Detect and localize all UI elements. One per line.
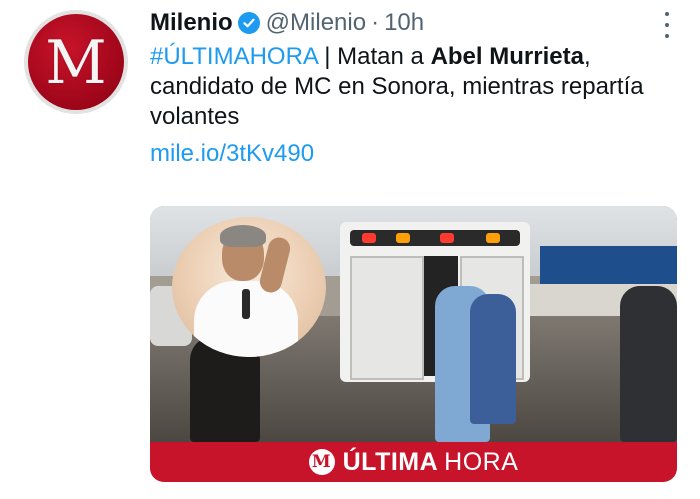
verified-badge-icon — [237, 12, 260, 34]
author-name[interactable]: Milenio — [150, 9, 233, 37]
avatar[interactable]: M — [24, 10, 128, 114]
candidate-portrait-inset — [172, 217, 326, 357]
banner-word-bold: ÚLTIMA — [342, 447, 439, 476]
media-image[interactable]: M ÚLTIMA HORA — [150, 206, 677, 482]
tweet-header: Milenio @Milenio · 10h — [150, 6, 670, 40]
avatar-letter: M — [45, 28, 107, 98]
milenio-logo-icon: M — [308, 449, 335, 475]
timestamp[interactable]: 10h — [384, 9, 424, 37]
url-link[interactable]: mile.io/3tKv490 — [150, 139, 680, 169]
separator-dot: · — [371, 9, 380, 36]
hashtag-link[interactable]: #ÚLTIMAHORA — [150, 43, 318, 70]
tweet[interactable]: M Milenio @Milenio · 10h #ÚLTIMAHORA | M… — [0, 0, 700, 499]
avatar-logo: M — [28, 14, 124, 110]
author-handle[interactable]: @Milenio — [266, 9, 366, 37]
tweet-text-bold: Abel Murrieta — [430, 43, 584, 70]
news-photo — [150, 206, 677, 442]
breaking-news-banner: M ÚLTIMA HORA — [150, 442, 677, 482]
tweet-text: #ÚLTIMAHORA | Matan a Abel Murrieta, can… — [150, 42, 680, 169]
banner-word: HORA — [444, 447, 519, 476]
more-options-icon[interactable] — [664, 12, 670, 38]
tweet-text-part: | Matan a — [317, 43, 431, 70]
